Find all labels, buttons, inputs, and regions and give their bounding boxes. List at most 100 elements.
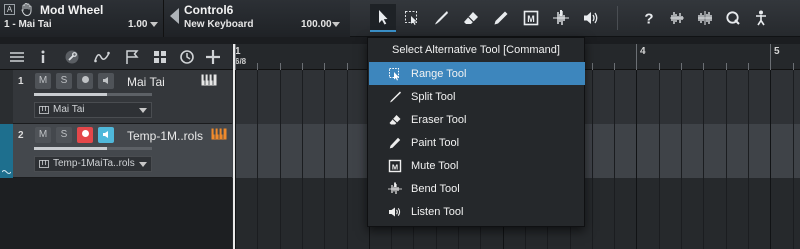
split-knife-icon — [390, 91, 401, 102]
volume-slider[interactable] — [34, 147, 152, 150]
audio-wave-icon — [670, 12, 684, 24]
track-color-strip — [0, 124, 13, 178]
listen-tool-button[interactable] — [578, 4, 604, 32]
snap-event-button[interactable] — [692, 4, 718, 32]
eraser-icon — [464, 12, 478, 24]
bar-number: 4 — [640, 46, 646, 57]
automation-button[interactable] — [93, 48, 111, 66]
list-icon — [10, 52, 24, 62]
menu-item-split-tool[interactable]: Split Tool — [369, 85, 585, 108]
record-dot-icon — [81, 129, 89, 137]
eraser-tool-button[interactable] — [458, 4, 484, 32]
ruler-tick — [793, 63, 794, 70]
split-tool-button[interactable] — [428, 4, 454, 32]
tempo-button[interactable] — [178, 48, 196, 66]
channel-grid-button[interactable] — [151, 48, 169, 66]
menu-title: Select Alternative Tool [Command] — [392, 44, 560, 56]
grid-line — [703, 70, 704, 249]
track-list-toolbar — [0, 44, 232, 70]
controller-value[interactable]: 1.00 — [128, 19, 147, 30]
menu-item-listen-tool[interactable]: Listen Tool — [369, 200, 585, 223]
ruler-tick — [235, 44, 236, 70]
mute-button[interactable]: M — [35, 127, 51, 143]
inspector-button[interactable] — [34, 48, 52, 66]
info-icon — [41, 50, 45, 63]
track-row[interactable]: 1 M S Mai Tai Mai Tai — [0, 70, 232, 124]
menu-item-paint-tool[interactable]: Paint Tool — [369, 131, 585, 154]
solo-button[interactable]: S — [56, 127, 72, 143]
track-row[interactable]: 2 M S Temp-1M..rols Temp-1MaiTa..rols — [0, 124, 232, 178]
mute-tool-button[interactable]: M — [518, 4, 544, 32]
chevron-down-icon[interactable] — [332, 22, 340, 27]
ruler-tick — [703, 63, 704, 70]
controller-panel-2[interactable]: Control6 New Keyboard 100.00 — [164, 0, 350, 37]
monitor-button[interactable] — [98, 127, 114, 143]
back-arrow-icon[interactable] — [170, 8, 179, 24]
controller-a-chip: A — [4, 4, 15, 15]
instrument-select[interactable]: Temp-1MaiTa..rols — [34, 156, 152, 172]
track-name[interactable]: Temp-1M..rols — [127, 129, 203, 143]
track-name[interactable]: Mai Tai — [127, 75, 165, 89]
track-color-strip — [0, 70, 13, 124]
track-list: 1 M S Mai Tai Mai Tai 2 M S Temp-1M..rol… — [0, 70, 232, 249]
instrument-name: Temp-1MaiTa..rols — [53, 158, 135, 169]
controller-panel-1[interactable]: A Mod Wheel 1 - Mai Tai 1.00 — [0, 0, 164, 37]
solo-button[interactable]: S — [56, 73, 72, 89]
controller-target: New Keyboard — [184, 19, 254, 30]
mute-icon: M — [388, 159, 402, 172]
ruler-tick — [257, 63, 258, 70]
bend-tool-button[interactable] — [548, 4, 574, 32]
grid-line — [681, 70, 682, 249]
instrument-name: Mai Tai — [53, 104, 85, 115]
mute-button[interactable]: M — [35, 73, 51, 89]
record-dot-icon — [81, 75, 89, 83]
snap-audio-button[interactable] — [664, 4, 690, 32]
ruler-tick — [347, 63, 348, 70]
paint-tool-button[interactable] — [488, 4, 514, 32]
arrow-tool-button[interactable] — [370, 4, 396, 32]
menu-item-eraser-tool[interactable]: Eraser Tool — [369, 108, 585, 131]
instrument-keyboard-icon — [211, 128, 227, 140]
svg-text:M: M — [527, 14, 535, 24]
toolbar-divider — [617, 6, 618, 30]
menu-item-label: Paint Tool — [411, 136, 460, 149]
add-track-button[interactable] — [204, 48, 222, 66]
ruler-tick — [614, 63, 615, 70]
pencil-icon — [389, 137, 401, 148]
grid-line — [280, 70, 281, 249]
record-arm-button[interactable] — [77, 73, 93, 89]
monitor-button[interactable] — [98, 73, 114, 89]
list-view-button[interactable] — [8, 48, 26, 66]
volume-slider[interactable] — [34, 93, 152, 96]
question-icon: ? — [644, 11, 653, 28]
controller-value[interactable]: 100.00 — [301, 19, 332, 30]
ruler-tick — [748, 63, 749, 70]
range-tool-button[interactable] — [399, 4, 425, 32]
range-icon — [405, 11, 417, 25]
keyboard-icon — [39, 106, 49, 114]
ruler-tick — [324, 63, 325, 70]
menu-item-bend-tool[interactable]: Bend Tool — [369, 177, 585, 200]
chevron-down-icon — [139, 108, 147, 113]
volume-fill — [34, 147, 108, 150]
wave-snap-icon — [698, 11, 712, 25]
time-signature[interactable]: 6/8 — [235, 57, 246, 66]
menu-item-range-tool[interactable]: Range Tool — [369, 62, 585, 85]
menu-item-mute-tool[interactable]: M Mute Tool — [369, 154, 585, 177]
chevron-down-icon[interactable] — [150, 22, 158, 27]
instrument-select[interactable]: Mai Tai — [34, 102, 152, 118]
marker-button[interactable] — [123, 48, 141, 66]
flag-icon — [126, 50, 139, 64]
playhead-cursor[interactable] — [233, 44, 235, 249]
ruler-tick — [302, 63, 303, 70]
clock-icon — [180, 50, 194, 64]
menu-item-label: Split Tool — [411, 90, 456, 103]
quantize-button[interactable] — [720, 4, 746, 32]
record-arm-button[interactable] — [77, 127, 93, 143]
bar-number: 5 — [774, 46, 780, 57]
menu-item-label: Range Tool — [411, 67, 467, 80]
autoscroll-button[interactable] — [748, 4, 774, 32]
volume-fill — [34, 93, 108, 96]
tool-settings-button[interactable] — [63, 48, 81, 66]
help-button[interactable]: ? — [636, 4, 662, 32]
